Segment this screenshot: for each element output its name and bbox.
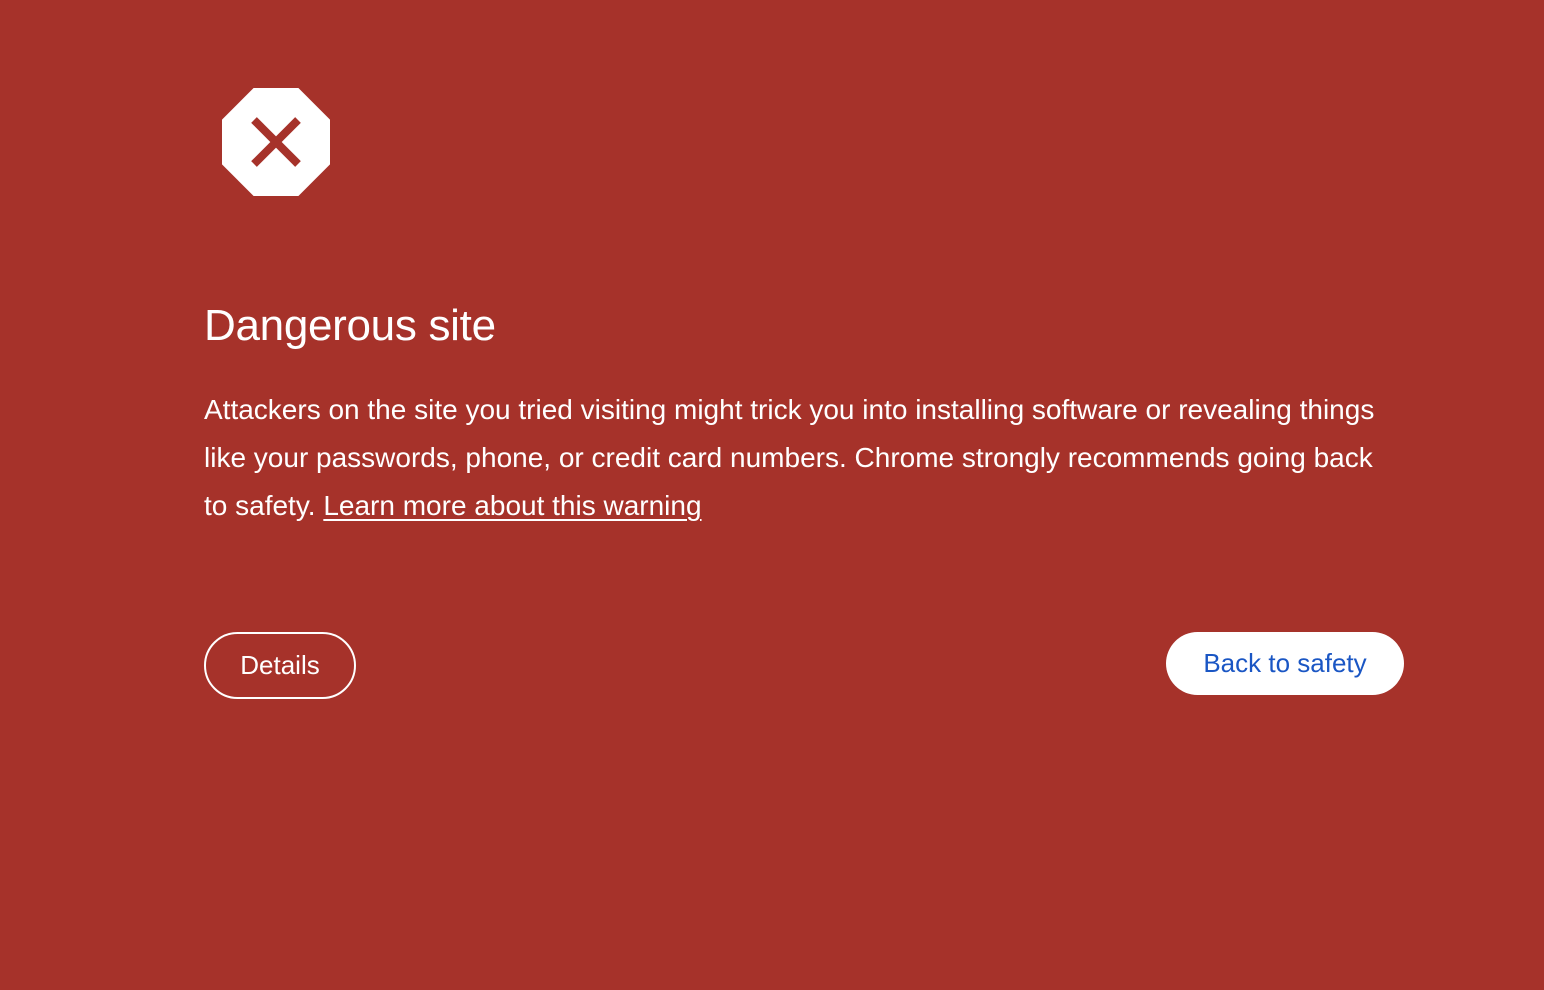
learn-more-link[interactable]: Learn more about this warning	[323, 490, 701, 521]
page-title: Dangerous site	[204, 301, 496, 350]
details-button[interactable]: Details	[204, 632, 356, 699]
safe-browsing-interstitial: Dangerous site Attackers on the site you…	[204, 0, 1404, 990]
warning-description: Attackers on the site you tried visiting…	[204, 386, 1384, 530]
back-to-safety-button[interactable]: Back to safety	[1166, 632, 1404, 695]
stop-octagon-x-icon	[222, 88, 330, 196]
